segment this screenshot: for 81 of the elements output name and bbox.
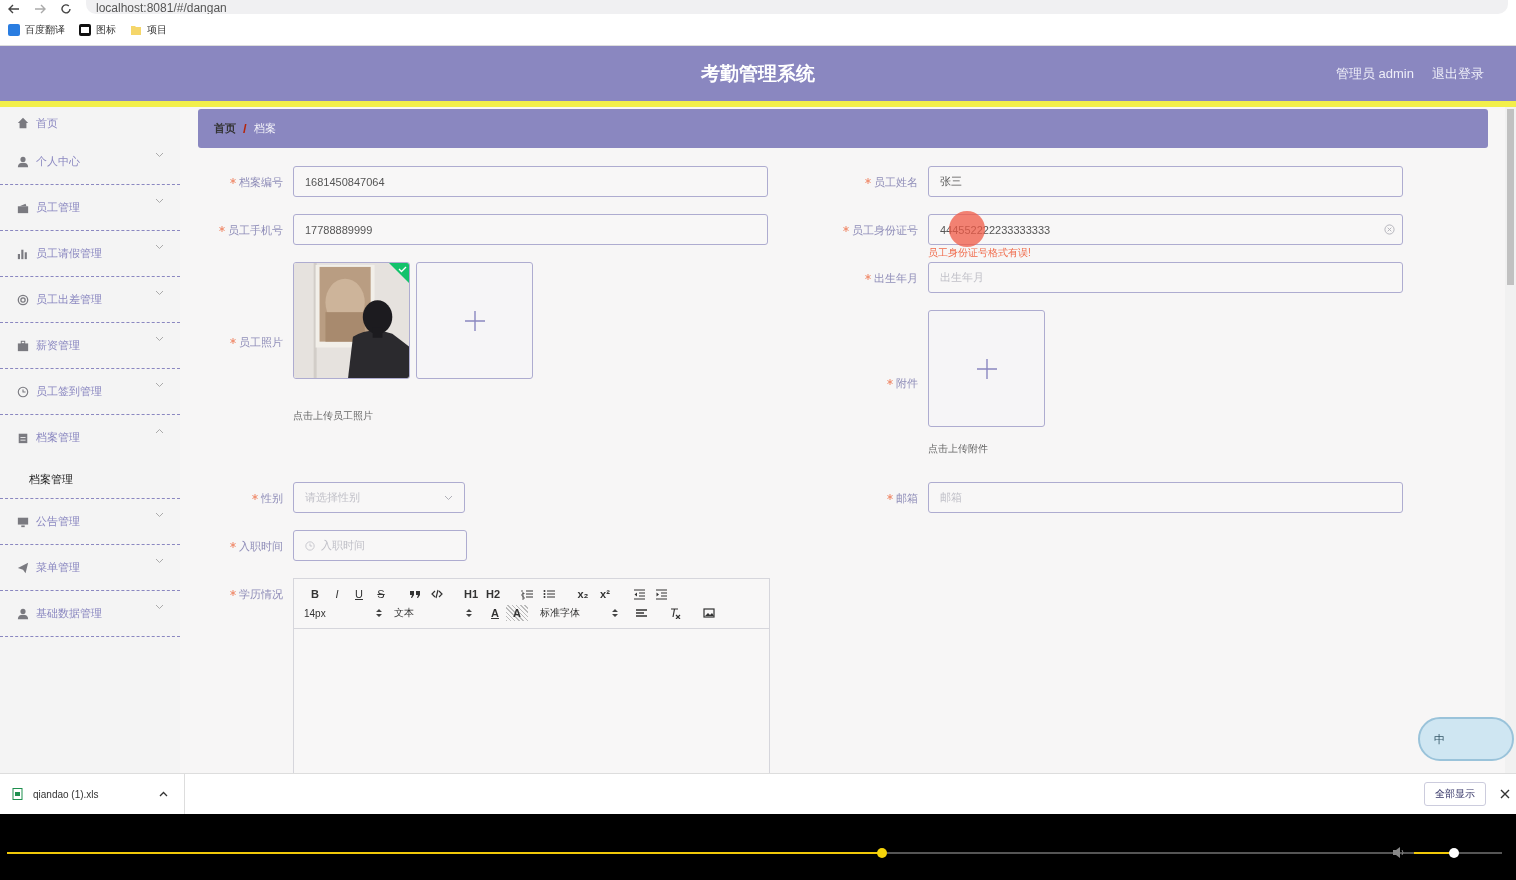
field-label: 入职时间 bbox=[239, 540, 283, 552]
breadcrumb-item: 档案 bbox=[253, 121, 276, 136]
outdent-icon[interactable] bbox=[633, 588, 645, 600]
chevron-icon bbox=[444, 494, 453, 501]
field-label: 员工身份证号 bbox=[852, 224, 918, 236]
toolbar-dropdown[interactable]: 14px bbox=[304, 605, 382, 621]
field-label: 员工手机号 bbox=[228, 224, 283, 236]
input-field[interactable]: 张三 bbox=[928, 166, 1403, 197]
image-icon[interactable] bbox=[703, 607, 715, 619]
breadcrumb-item[interactable]: 首页 bbox=[214, 121, 236, 136]
bookmark-icon bbox=[8, 23, 20, 36]
close-icon[interactable] bbox=[1500, 789, 1510, 799]
bookmark[interactable]: 图标 bbox=[79, 22, 116, 37]
quote-icon[interactable] bbox=[409, 588, 421, 600]
error-message: 员工身份证号格式有误! bbox=[928, 246, 1031, 260]
font-color-button[interactable]: A bbox=[484, 605, 506, 621]
strikethrough-button[interactable]: S bbox=[370, 586, 392, 602]
highlight-button[interactable]: A bbox=[506, 605, 528, 621]
bullet-list-icon[interactable] bbox=[543, 588, 555, 600]
volume-handle[interactable] bbox=[1448, 848, 1459, 858]
submenu-item[interactable]: 档案管理 bbox=[29, 471, 73, 487]
sort-icon bbox=[612, 608, 618, 618]
bookmark[interactable]: 百度翻译 bbox=[8, 22, 65, 37]
user-icon bbox=[17, 155, 29, 168]
toolbar-dropdown[interactable]: 标准字体 bbox=[540, 605, 618, 621]
ime-widget[interactable]: 中 bbox=[1418, 717, 1514, 761]
chevron-icon[interactable] bbox=[159, 791, 168, 797]
bookmark[interactable]: 项目 bbox=[130, 22, 167, 37]
indent-icon[interactable] bbox=[655, 588, 667, 600]
bookmark-icon bbox=[79, 23, 91, 36]
format-button[interactable]: H1 bbox=[460, 586, 482, 602]
upload-hint: 点击上传附件 bbox=[928, 442, 989, 456]
plus-icon bbox=[976, 358, 997, 379]
toolbar-dropdown[interactable]: 文本 bbox=[394, 605, 472, 621]
field-label: 档案编号 bbox=[239, 176, 283, 188]
user-icon bbox=[17, 607, 29, 620]
wallet-icon bbox=[17, 201, 29, 214]
bold-button[interactable]: B bbox=[304, 586, 326, 602]
field-label: 学历情况 bbox=[239, 588, 283, 600]
format-button[interactable]: x² bbox=[594, 586, 616, 602]
reload-icon[interactable] bbox=[60, 4, 72, 14]
paper-plane-icon bbox=[17, 561, 29, 574]
volume-icon[interactable] bbox=[1392, 846, 1406, 859]
upload-hint: 点击上传员工照片 bbox=[293, 409, 374, 423]
align-left-icon[interactable] bbox=[635, 607, 647, 619]
field-label: 邮箱 bbox=[896, 492, 918, 504]
code-icon[interactable] bbox=[431, 588, 443, 600]
home-icon bbox=[17, 117, 29, 129]
spreadsheet-icon bbox=[12, 788, 23, 800]
field-label: 出生年月 bbox=[874, 272, 918, 284]
bar-chart-icon bbox=[17, 247, 29, 260]
format-button[interactable]: x₂ bbox=[572, 586, 594, 602]
clear-format-icon[interactable] bbox=[669, 607, 681, 619]
underline-button[interactable]: U bbox=[348, 586, 370, 602]
life-ring-icon bbox=[17, 293, 29, 306]
address-bar[interactable]: localhost:8081/#/dangan bbox=[86, 0, 1508, 14]
field-label: 员工照片 bbox=[239, 336, 283, 348]
field-label: 附件 bbox=[896, 376, 918, 389]
plus-icon bbox=[464, 310, 485, 331]
sort-icon bbox=[466, 608, 472, 618]
input-field[interactable]: 1681450847064 bbox=[293, 166, 768, 197]
field-label: 员工姓名 bbox=[874, 176, 918, 188]
back-icon[interactable] bbox=[8, 4, 20, 14]
italic-button[interactable]: I bbox=[326, 586, 348, 602]
field-label: 性别 bbox=[261, 492, 283, 504]
folder-icon bbox=[130, 23, 142, 36]
input-field[interactable]: 17788889999 bbox=[293, 214, 768, 245]
progress-handle[interactable] bbox=[876, 848, 887, 858]
sort-icon bbox=[376, 608, 382, 618]
scrollbar[interactable] bbox=[1505, 107, 1516, 773]
clock-icon bbox=[17, 385, 29, 398]
format-button[interactable]: H2 bbox=[482, 586, 504, 602]
show-all-button[interactable]: 全部显示 bbox=[1424, 782, 1486, 806]
app-title: 考勤管理系统 bbox=[701, 61, 815, 86]
clipboard-icon bbox=[17, 431, 29, 444]
briefcase-icon bbox=[17, 339, 29, 352]
breadcrumb-separator: / bbox=[243, 121, 247, 136]
user-label: 管理员 admin bbox=[1335, 64, 1414, 83]
monitor-icon bbox=[17, 515, 29, 528]
clock-icon bbox=[305, 540, 315, 551]
numbered-list-icon[interactable] bbox=[521, 588, 533, 600]
